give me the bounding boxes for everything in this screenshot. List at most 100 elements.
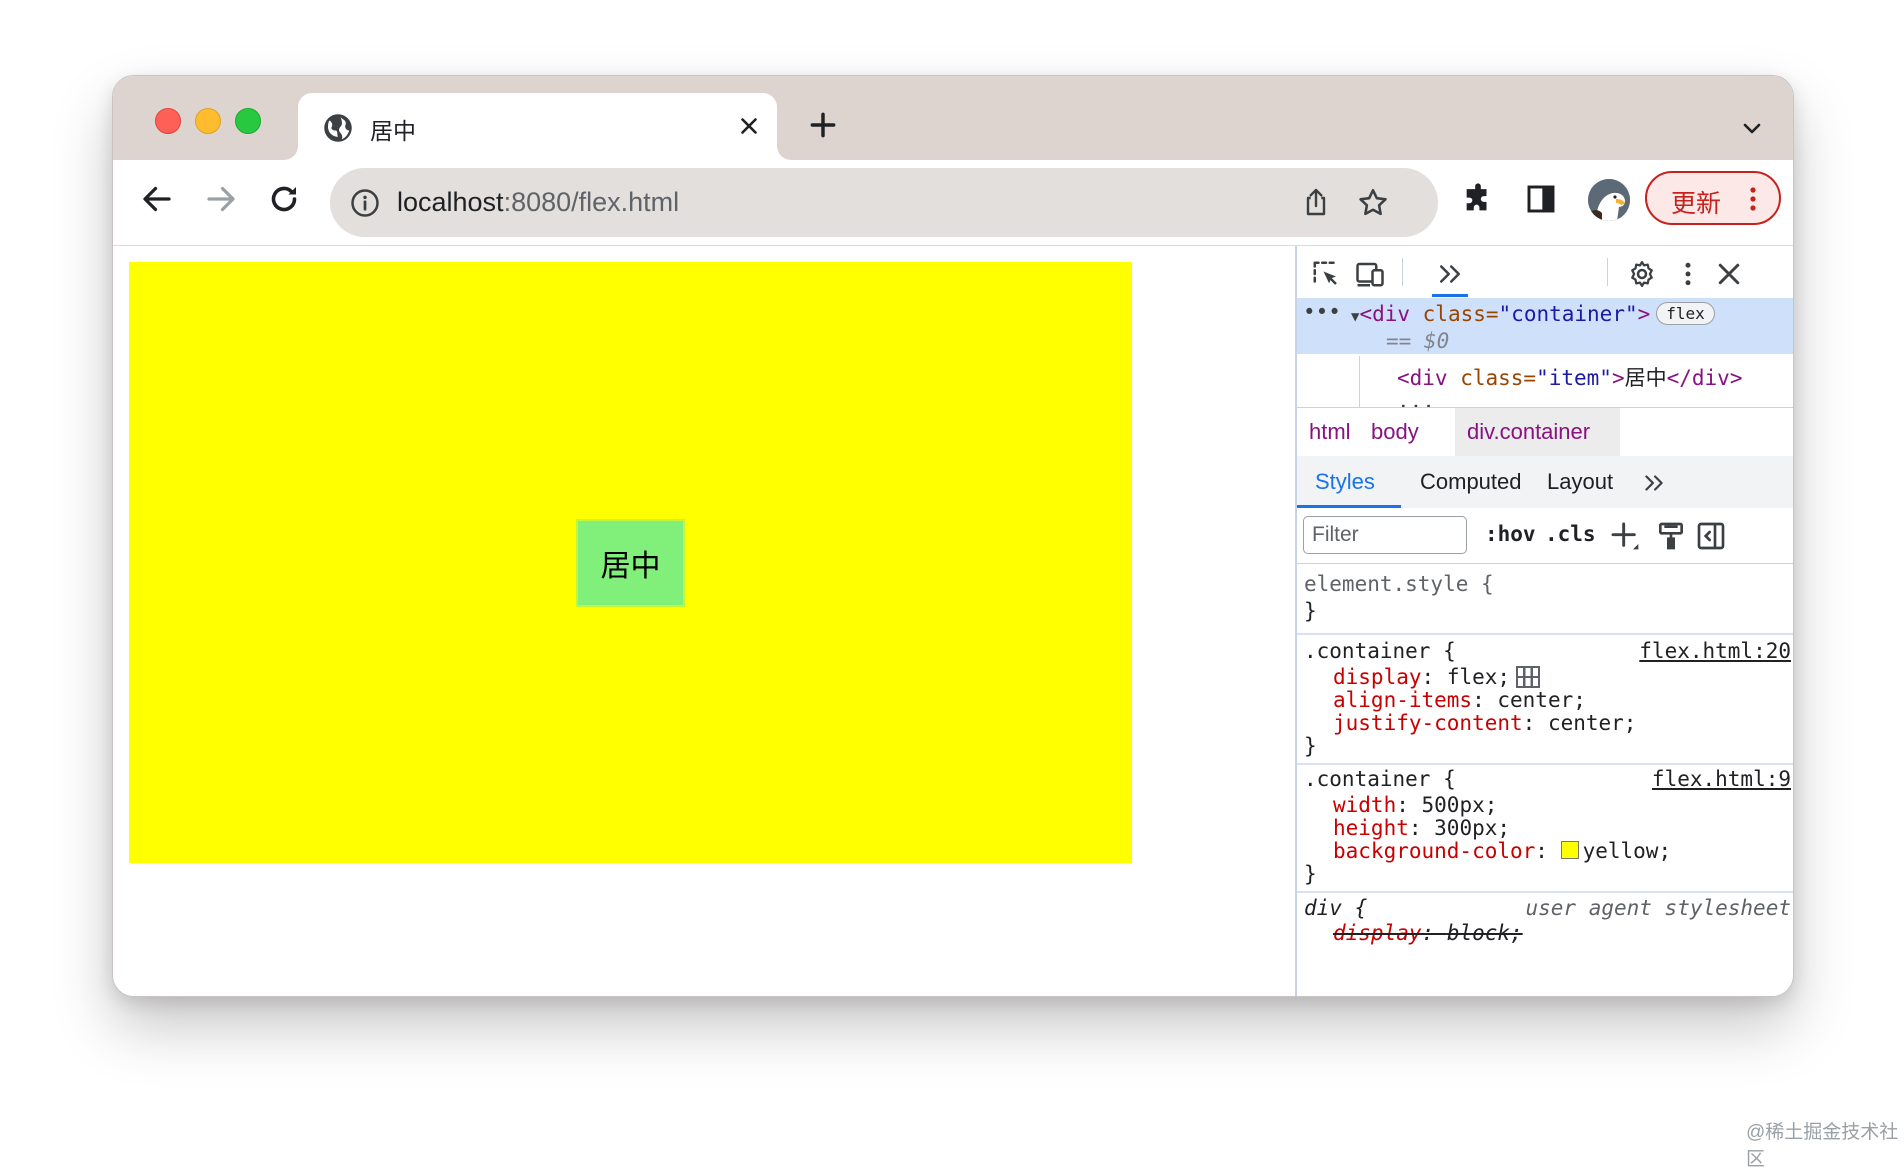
update-button[interactable]: 更新 <box>1645 171 1781 225</box>
declaration[interactable]: width: 500px; <box>1333 793 1497 817</box>
zoom-window-button[interactable] <box>235 108 261 134</box>
filter-input[interactable]: Filter <box>1303 516 1467 554</box>
devtools-panel: ••• ▼<div class="container"> flex == $0 <… <box>1295 246 1793 996</box>
centered-item: 居中 <box>578 520 683 605</box>
rule-selector[interactable]: .container { <box>1304 767 1456 791</box>
url-path: :8080/flex.html <box>503 187 680 217</box>
active-panel-indicator <box>1432 294 1468 297</box>
breadcrumb-html[interactable]: html <box>1309 419 1351 445</box>
property-name: height <box>1333 816 1409 840</box>
tab-layout[interactable]: Layout <box>1547 469 1613 495</box>
rule-close: } <box>1304 862 1317 886</box>
breadcrumb: html body div.container <box>1297 407 1793 457</box>
dom-more-marker: ... <box>1397 389 1435 407</box>
close-icon[interactable] <box>736 113 762 139</box>
dom-node-item[interactable]: <div class="item">居中</div> <box>1397 362 1742 392</box>
sidebar-toggle-icon[interactable] <box>1695 520 1727 552</box>
dom-node-container[interactable]: ▼<div class="container"> flex <box>1351 302 1715 327</box>
tab-title: 居中 <box>370 118 416 144</box>
chevron-down-icon[interactable] <box>1740 116 1764 140</box>
side-panel-icon[interactable] <box>1525 183 1557 215</box>
ellipsis-icon[interactable]: ••• <box>1303 300 1341 324</box>
hov-toggle[interactable]: :hov <box>1485 522 1536 546</box>
rule-selector[interactable]: element.style { <box>1304 572 1494 596</box>
tag-close: </div> <box>1666 366 1743 390</box>
ua-stylesheet-label: user agent stylesheet <box>1525 896 1791 920</box>
kebab-icon[interactable] <box>1673 259 1703 289</box>
more-tabs-icon[interactable] <box>1641 470 1667 496</box>
watermark: @稀土掘金技术社区 <box>1746 1122 1899 1170</box>
property-value: flex; <box>1446 665 1511 689</box>
declaration[interactable]: background-color: yellow; <box>1333 839 1671 863</box>
selector-text: element.style { <box>1304 572 1494 596</box>
close-window-button[interactable] <box>155 108 181 134</box>
globe-icon <box>324 114 352 142</box>
plus-icon[interactable] <box>807 109 839 141</box>
declaration[interactable]: align-items: center; <box>1333 688 1586 712</box>
tag-bracket: > <box>1637 302 1651 326</box>
attr-name: class= <box>1447 366 1537 390</box>
star-icon[interactable] <box>1356 186 1390 220</box>
rule-div-ua: div { user agent stylesheet display: blo… <box>1297 893 1793 996</box>
toolbar-divider <box>1402 258 1403 286</box>
rule-container-flex: .container { flex.html:20 display: flex;… <box>1297 635 1793 765</box>
property-name: width <box>1333 793 1397 817</box>
toolbar-divider <box>1607 258 1608 286</box>
forward-arrow-icon[interactable] <box>203 181 239 217</box>
flex-badge[interactable]: flex <box>1656 302 1715 325</box>
share-icon[interactable] <box>1300 186 1332 218</box>
property-name: display <box>1333 921 1422 945</box>
reload-icon[interactable] <box>266 181 302 217</box>
inspect-element-icon[interactable] <box>1311 259 1341 289</box>
cls-toggle[interactable]: .cls <box>1545 522 1596 546</box>
breadcrumb-body[interactable]: body <box>1371 419 1419 445</box>
flex-container: 居中 <box>129 262 1132 863</box>
color-swatch[interactable] <box>1560 841 1579 859</box>
update-label: 更新 <box>1671 190 1722 218</box>
more-panels-icon[interactable] <box>1435 259 1465 289</box>
tab-computed[interactable]: Computed <box>1420 469 1522 495</box>
attr-name: class= <box>1410 302 1499 326</box>
back-arrow-icon[interactable] <box>139 181 175 217</box>
declaration[interactable]: display: flex; <box>1333 665 1541 689</box>
source-link[interactable]: flex.html:20 <box>1639 639 1791 663</box>
minimize-window-button[interactable] <box>195 108 221 134</box>
url-host: localhost <box>397 187 504 217</box>
property-value: 500px; <box>1421 793 1498 817</box>
breadcrumb-div-container[interactable]: div.container <box>1467 419 1590 445</box>
declaration[interactable]: display: block; <box>1333 921 1523 945</box>
attr-value: "item" <box>1536 366 1612 390</box>
property-value: 300px; <box>1434 816 1511 840</box>
indent-guide <box>1359 356 1360 407</box>
flexbox-editor-icon[interactable] <box>1516 666 1541 688</box>
styles-filter-bar: Filter :hov .cls <box>1297 508 1793 564</box>
selected-marker: == $0 <box>1386 329 1450 353</box>
rule-selector[interactable]: div { <box>1304 896 1367 920</box>
close-icon[interactable] <box>1714 259 1744 289</box>
page-viewport: 居中 <box>113 246 1295 996</box>
info-icon[interactable] <box>350 188 380 218</box>
new-rule-icon[interactable] <box>1609 520 1641 552</box>
declaration[interactable]: justify-content: center; <box>1333 711 1636 735</box>
paint-roller-icon[interactable] <box>1655 520 1687 552</box>
dom-tree: ••• ▼<div class="container"> flex == $0 <… <box>1297 298 1793 407</box>
tab-active[interactable]: 居中 <box>284 93 791 160</box>
eagle-avatar[interactable] <box>1588 179 1630 221</box>
tab-styles[interactable]: Styles <box>1315 469 1375 495</box>
address-bar[interactable]: localhost:8080/flex.html <box>330 168 1438 237</box>
tag-bracket: > <box>1611 366 1625 390</box>
rule-selector[interactable]: .container { <box>1304 639 1456 663</box>
device-toggle-icon[interactable] <box>1355 259 1385 289</box>
kebab-icon <box>1750 187 1756 211</box>
browser-toolbar: localhost:8080/flex.html 更新 <box>113 160 1793 246</box>
source-link[interactable]: flex.html:9 <box>1652 767 1791 791</box>
property-value: yellow; <box>1582 839 1672 863</box>
property-value: center; <box>1497 688 1586 712</box>
gear-icon[interactable] <box>1627 259 1657 289</box>
rule-element-style: element.style { } <box>1297 564 1793 635</box>
rule-container-size: .container { flex.html:9 width: 500px; h… <box>1297 765 1793 893</box>
property-name: align-items <box>1333 688 1473 712</box>
rule-close: } <box>1304 599 1317 623</box>
declaration[interactable]: height: 300px; <box>1333 816 1510 840</box>
puzzle-icon[interactable] <box>1461 182 1495 216</box>
